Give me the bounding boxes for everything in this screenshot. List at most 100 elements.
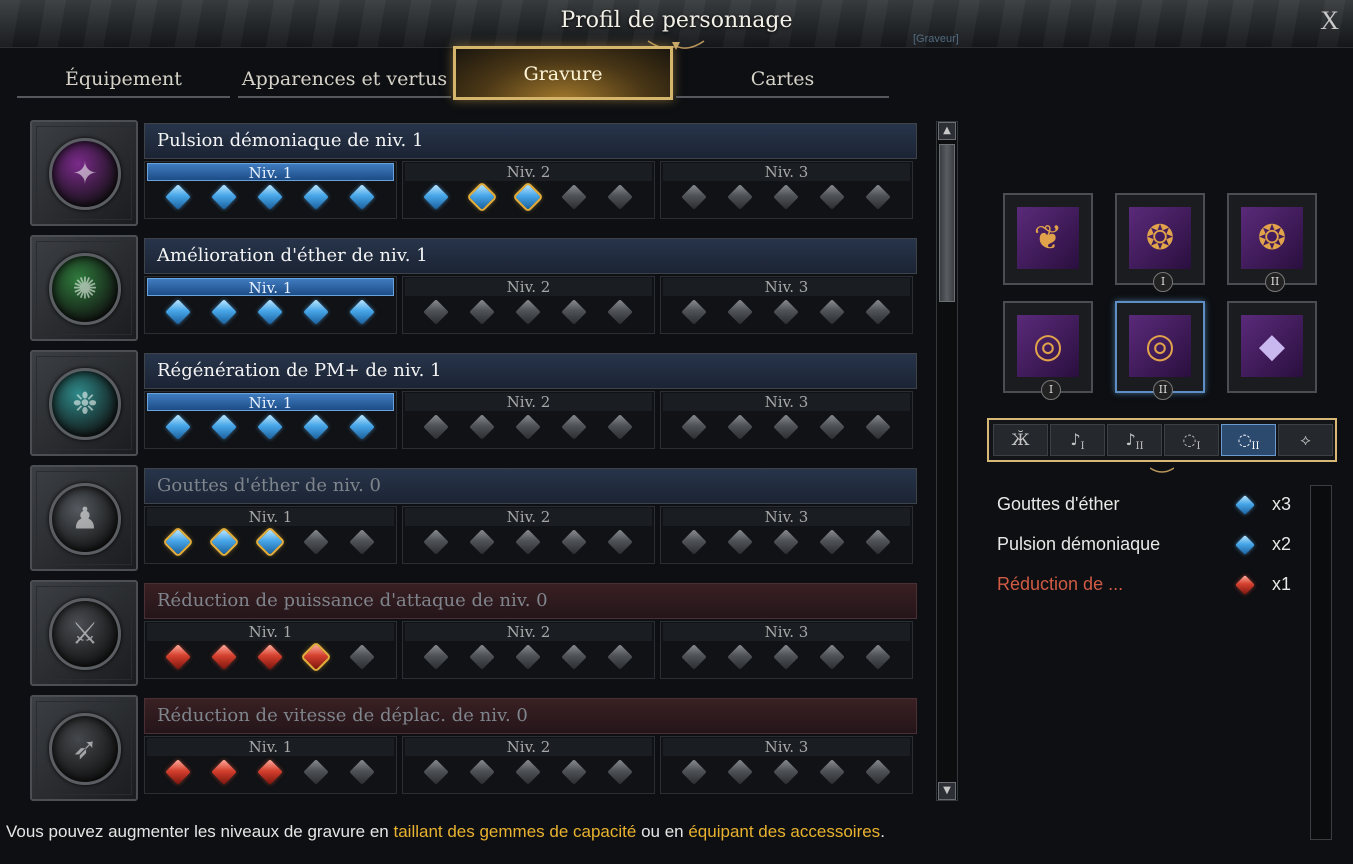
engraving-row[interactable]: ➶ Réduction de vitesse de déplac. de niv.…	[30, 695, 920, 801]
engraving-list: ✦ Pulsion démoniaque de niv. 1 Niv. 1 Niv. …	[30, 120, 920, 802]
empty-gem-icon	[773, 759, 799, 785]
blue-gem-icon	[208, 526, 240, 558]
accessory-badge: II	[1153, 380, 1173, 400]
accessory-slot[interactable]: ◆	[1227, 301, 1317, 393]
footer-link-gems[interactable]: taillant des gemmes de capacité	[393, 822, 636, 841]
level-box: Niv. 3	[660, 161, 913, 219]
accessory-slot[interactable]: ❂ II	[1227, 193, 1317, 292]
gem-row	[155, 299, 386, 326]
engraving-row[interactable]: ♟ Gouttes d'éther de niv. 0 Niv. 1 Niv. 2 Ni…	[30, 465, 920, 571]
summary-count: x1	[1272, 574, 1292, 594]
mana-icon: ❉	[49, 368, 121, 440]
blue-gem-icon	[162, 526, 194, 558]
filter-sub-label: II	[1251, 441, 1260, 453]
tab-appearance[interactable]: Apparences et vertus	[238, 60, 451, 98]
blue-gem-icon	[165, 184, 191, 210]
engraving-name-bar: Réduction de vitesse de déplac. de niv. …	[144, 698, 917, 734]
engraving-name: Réduction de puissance d'attaque de niv.…	[157, 590, 548, 611]
tab-equipment[interactable]: Équipement	[17, 60, 230, 98]
red-gem-icon	[165, 644, 191, 670]
engraving-levels: Niv. 1 Niv. 2 Niv. 3	[144, 736, 917, 796]
empty-gem-icon	[727, 299, 753, 325]
accessory-slot[interactable]: ❂ I	[1115, 193, 1205, 292]
footer-link-accessories[interactable]: équipant des accessoires	[688, 822, 880, 841]
empty-gem-icon	[865, 759, 891, 785]
level-label: Niv. 3	[663, 393, 910, 411]
stone-filter-icon[interactable]: ⟡	[1278, 424, 1333, 456]
empty-gem-icon	[681, 644, 707, 670]
empty-gem-icon	[819, 184, 845, 210]
engraving-row[interactable]: ⚔ Réduction de puissance d'attaque de niv…	[30, 580, 920, 686]
necklace-filter-icon[interactable]: Ӂ	[993, 424, 1048, 456]
filter-sub-label: I	[1196, 441, 1201, 453]
tab-cards[interactable]: Cartes	[676, 60, 889, 98]
empty-gem-icon	[727, 184, 753, 210]
red-gem-icon	[165, 759, 191, 785]
blue-gem-icon	[257, 414, 283, 440]
earring-1-filter-icon[interactable]: ♪I	[1050, 424, 1105, 456]
engraving-name-bar: Pulsion démoniaque de niv. 1	[144, 123, 917, 159]
empty-gem-icon	[727, 529, 753, 555]
engraving-row[interactable]: ✦ Pulsion démoniaque de niv. 1 Niv. 1 Niv. …	[30, 120, 920, 226]
level-box: Niv. 2	[402, 161, 655, 219]
gem-row	[155, 759, 386, 786]
red-gem-icon	[211, 759, 237, 785]
engraving-medal: ✺	[30, 235, 138, 341]
empty-gem-icon	[773, 644, 799, 670]
level-box: Niv. 1	[144, 736, 397, 794]
level-box: Niv. 1	[144, 161, 397, 219]
filter-sub-label: II	[1135, 441, 1144, 453]
empty-gem-icon	[865, 299, 891, 325]
empty-gem-icon	[423, 644, 449, 670]
empty-gem-icon	[515, 759, 541, 785]
accessory-grid: ❦ ❂ I ❂ II ◎ I ◎ II ◆	[1003, 193, 1319, 400]
empty-gem-icon	[727, 759, 753, 785]
ring-2-filter-icon[interactable]: ◌II	[1221, 424, 1276, 456]
accessory-slot[interactable]: ◎ II	[1115, 301, 1205, 400]
empty-gem-icon	[303, 529, 329, 555]
necklace-icon: ❦	[1017, 207, 1079, 269]
filter-ornament-icon	[1150, 467, 1174, 473]
level-label: Niv. 3	[663, 508, 910, 526]
scroll-thumb[interactable]	[939, 144, 955, 302]
ring-1-filter-icon[interactable]: ◌I	[1164, 424, 1219, 456]
level-box: Niv. 3	[660, 621, 913, 679]
engraving-row[interactable]: ✺ Amélioration d'éther de niv. 1 Niv. 1 Niv…	[30, 235, 920, 341]
empty-gem-icon	[423, 529, 449, 555]
summary-count: x2	[1272, 534, 1292, 554]
gem-row	[413, 759, 644, 786]
engraving-name: Amélioration d'éther de niv. 1	[157, 245, 428, 266]
drops-icon: ♟	[49, 483, 121, 555]
engraving-row[interactable]: ❉ Régénération de PM+ de niv. 1 Niv. 1 Niv.…	[30, 350, 920, 456]
scroll-down-button[interactable]: ▼	[938, 782, 956, 800]
empty-gem-icon	[469, 759, 495, 785]
level-label: Niv. 1	[147, 393, 394, 412]
gem-row	[155, 414, 386, 441]
engraving-name: Pulsion démoniaque de niv. 1	[157, 130, 424, 151]
earring-2-filter-icon[interactable]: ♪II	[1107, 424, 1162, 456]
footer-text-2: ou en	[636, 822, 689, 841]
empty-gem-icon	[561, 529, 587, 555]
empty-gem-icon	[819, 299, 845, 325]
empty-gem-icon	[423, 414, 449, 440]
list-scrollbar[interactable]: ▲ ▼	[936, 121, 958, 801]
engraving-medal: ➶	[30, 695, 138, 801]
engraving-levels: Niv. 1 Niv. 2 Niv. 3	[144, 161, 917, 221]
empty-gem-icon	[773, 299, 799, 325]
footer-hint: Vous pouvez augmenter les niveaux de gra…	[6, 822, 885, 842]
summary-scrollbar[interactable]	[1310, 485, 1332, 840]
accessory-slot[interactable]: ◎ I	[1003, 301, 1093, 400]
summary-name: Pulsion démoniaque	[997, 534, 1161, 554]
gem-row	[413, 529, 644, 556]
tab-engraving[interactable]: Gravure	[453, 46, 673, 100]
engraving-name-bar: Gouttes d'éther de niv. 0	[144, 468, 917, 504]
close-button[interactable]: X	[1320, 6, 1339, 36]
empty-gem-icon	[561, 414, 587, 440]
engraving-levels: Niv. 1 Niv. 2 Niv. 3	[144, 276, 917, 336]
gem-row	[155, 526, 386, 558]
accessory-slot[interactable]: ❦	[1003, 193, 1093, 285]
speed-down-icon: ➶	[49, 713, 121, 785]
scroll-up-button[interactable]: ▲	[938, 122, 956, 140]
empty-gem-icon	[681, 184, 707, 210]
empty-gem-icon	[349, 529, 375, 555]
